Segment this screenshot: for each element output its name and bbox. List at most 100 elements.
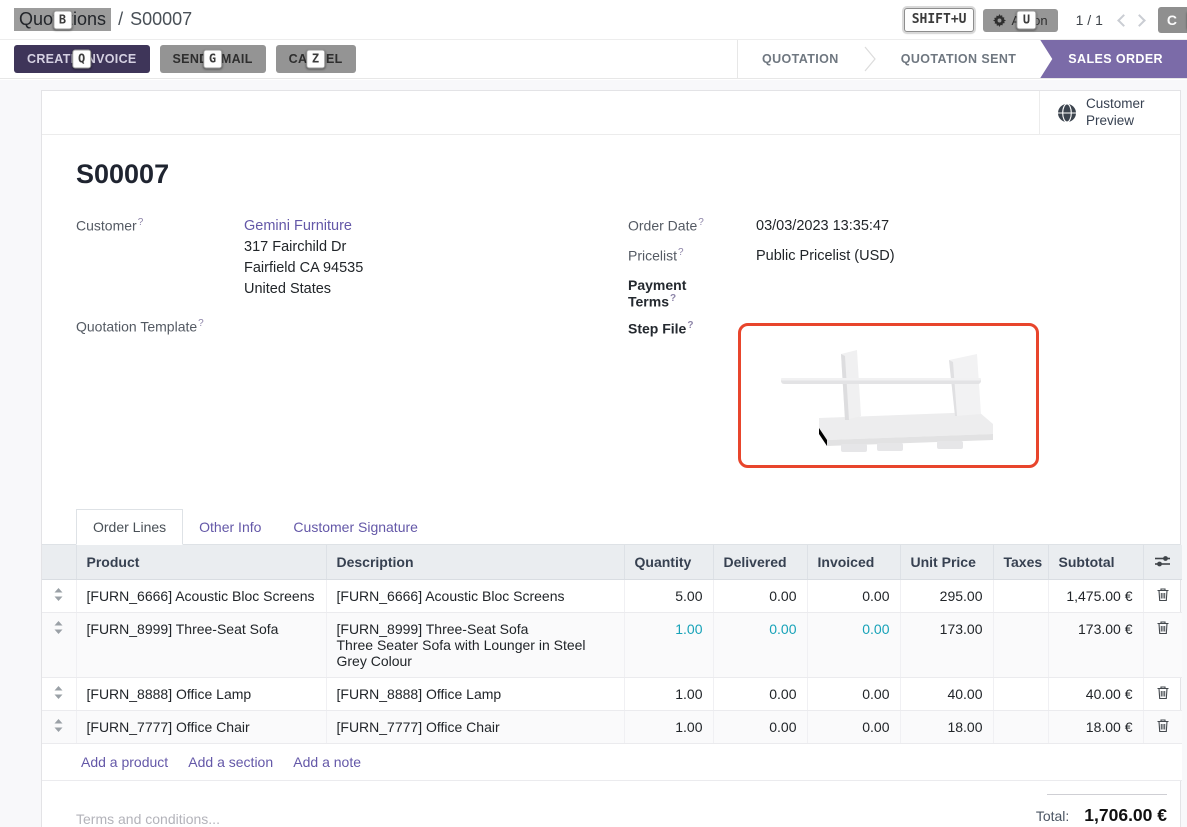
invoiced-cell[interactable]: 0.00 xyxy=(807,677,900,710)
tab-order-lines[interactable]: Order Lines xyxy=(76,509,183,545)
breadcrumb-quotations[interactable]: Quotations B xyxy=(14,8,111,31)
help-icon: ? xyxy=(138,217,144,228)
quantity-cell[interactable]: 1.00 xyxy=(624,612,713,677)
taxes-cell[interactable] xyxy=(993,612,1048,677)
order-date-label: Order Date? xyxy=(628,216,738,237)
statusbar-step-quotation[interactable]: QUOTATION xyxy=(738,40,863,78)
customer-value[interactable]: Gemini Furniture 317 Fairchild Dr Fairfi… xyxy=(226,216,628,300)
unit-price-cell[interactable]: 295.00 xyxy=(900,579,993,612)
column-header-delivered: Delivered xyxy=(713,545,807,580)
customer-label: Customer? xyxy=(76,216,226,300)
add-a-product-link[interactable]: Add a product xyxy=(81,754,168,770)
tab-other-info[interactable]: Other Info xyxy=(183,510,277,544)
add-a-section-link[interactable]: Add a section xyxy=(188,754,273,770)
row-drag-handle[interactable] xyxy=(42,710,76,743)
delivered-cell[interactable]: 0.00 xyxy=(713,579,807,612)
invoiced-cell[interactable]: 0.00 xyxy=(807,612,900,677)
column-header-quantity: Quantity xyxy=(624,545,713,580)
column-header-handle xyxy=(42,545,76,580)
description-cell[interactable]: [FURN_8888] Office Lamp xyxy=(326,677,624,710)
column-header-product: Product xyxy=(76,545,326,580)
delivered-cell[interactable]: 0.00 xyxy=(713,710,807,743)
quotation-template-value[interactable] xyxy=(226,317,628,338)
step-file-3d-model-image xyxy=(741,326,1036,465)
help-icon: ? xyxy=(678,247,684,258)
unit-price-cell[interactable]: 173.00 xyxy=(900,612,993,677)
product-cell[interactable]: [FURN_8999] Three-Seat Sofa xyxy=(76,612,326,677)
total-label: Total: xyxy=(1036,808,1069,824)
customer-link[interactable]: Gemini Furniture xyxy=(244,218,352,234)
optional-columns-icon[interactable] xyxy=(1155,554,1170,570)
table-add-row: Add a product Add a section Add a note xyxy=(42,743,1182,780)
field-customer: Customer? Gemini Furniture 317 Fairchild… xyxy=(76,216,628,300)
field-column-left: Customer? Gemini Furniture 317 Fairchild… xyxy=(76,216,628,477)
delete-row-button[interactable] xyxy=(1143,579,1182,612)
subtotal-cell: 173.00 € xyxy=(1048,612,1143,677)
quantity-cell[interactable]: 1.00 xyxy=(624,677,713,710)
row-drag-handle[interactable] xyxy=(42,677,76,710)
unit-price-cell[interactable]: 40.00 xyxy=(900,677,993,710)
row-drag-handle[interactable] xyxy=(42,579,76,612)
taxes-cell[interactable] xyxy=(993,710,1048,743)
step-file-preview[interactable] xyxy=(738,323,1039,468)
breadcrumb-separator: / xyxy=(118,9,123,30)
help-icon: ? xyxy=(687,320,693,331)
cancel-button[interactable]: CANCEL Z xyxy=(276,45,356,73)
kbd-hint-g: G xyxy=(203,50,223,69)
payment-terms-label: Payment Terms? xyxy=(628,276,738,310)
product-cell[interactable]: [FURN_7777] Office Chair xyxy=(76,710,326,743)
pager-previous-button[interactable] xyxy=(1117,14,1130,27)
sheet-footer: Terms and conditions... Total: 1,706.00 … xyxy=(42,781,1180,827)
subtotal-cell: 1,475.00 € xyxy=(1048,579,1143,612)
delivered-cell[interactable]: 0.00 xyxy=(713,677,807,710)
description-cell[interactable]: [FURN_7777] Office Chair xyxy=(326,710,624,743)
delete-row-button[interactable] xyxy=(1143,677,1182,710)
payment-terms-value[interactable] xyxy=(738,276,1146,310)
order-date-value[interactable]: 03/03/2023 13:35:47 xyxy=(738,216,1146,237)
table-row: [FURN_7777] Office Chair [FURN_7777] Off… xyxy=(42,710,1182,743)
field-pricelist: Pricelist? Public Pricelist (USD) xyxy=(628,246,1146,267)
create-invoice-button[interactable]: CREATE INVOICE Q xyxy=(14,45,150,73)
sheet-toolbar: Customer Preview xyxy=(42,91,1180,135)
notebook-tabs: Order Lines Other Info Customer Signatur… xyxy=(42,509,1180,545)
subtotal-cell: 40.00 € xyxy=(1048,677,1143,710)
field-step-file: Step File? xyxy=(628,319,1146,468)
statusbar-step-quotation-sent[interactable]: QUOTATION SENT xyxy=(877,40,1041,78)
send-email-button[interactable]: SEND EMAIL G xyxy=(160,45,266,73)
topbar-right: SHIFT+U Action U 1 / 1 C xyxy=(904,0,1187,40)
unit-price-cell[interactable]: 18.00 xyxy=(900,710,993,743)
pager-next-button[interactable] xyxy=(1133,14,1146,27)
trash-icon xyxy=(1157,621,1169,634)
product-cell[interactable]: [FURN_8888] Office Lamp xyxy=(76,677,326,710)
table-header-row: Product Description Quantity Delivered I… xyxy=(42,545,1182,580)
description-cell[interactable]: [FURN_6666] Acoustic Bloc Screens xyxy=(326,579,624,612)
action-menu-button[interactable]: Action U xyxy=(983,9,1057,32)
total-value: 1,706.00 € xyxy=(1084,805,1167,826)
quantity-cell[interactable]: 1.00 xyxy=(624,710,713,743)
add-a-note-link[interactable]: Add a note xyxy=(293,754,361,770)
pager: 1 / 1 xyxy=(1076,12,1103,28)
kbd-hint-u: U xyxy=(1017,11,1036,30)
row-drag-handle[interactable] xyxy=(42,612,76,677)
invoiced-cell[interactable]: 0.00 xyxy=(807,710,900,743)
taxes-cell[interactable] xyxy=(993,579,1048,612)
customer-preview-button[interactable]: Customer Preview xyxy=(1039,91,1180,134)
product-cell[interactable]: [FURN_6666] Acoustic Bloc Screens xyxy=(76,579,326,612)
trash-icon xyxy=(1157,588,1169,601)
delete-row-button[interactable] xyxy=(1143,710,1182,743)
tab-customer-signature[interactable]: Customer Signature xyxy=(277,510,434,544)
total-box: Total: 1,706.00 € xyxy=(992,794,1167,827)
invoiced-cell[interactable]: 0.00 xyxy=(807,579,900,612)
corner-button[interactable]: C xyxy=(1158,7,1187,33)
field-grid: Customer? Gemini Furniture 317 Fairchild… xyxy=(76,216,1146,477)
terms-and-conditions-input[interactable]: Terms and conditions... xyxy=(76,811,220,827)
pricelist-value[interactable]: Public Pricelist (USD) xyxy=(738,246,1146,267)
description-cell[interactable]: [FURN_8999] Three-Seat Sofa Three Seater… xyxy=(326,612,624,677)
statusbar-step-sales-order[interactable]: SALES ORDER xyxy=(1040,40,1187,78)
delete-row-button[interactable] xyxy=(1143,612,1182,677)
delivered-cell[interactable]: 0.00 xyxy=(713,612,807,677)
column-header-subtotal: Subtotal xyxy=(1048,545,1143,580)
taxes-cell[interactable] xyxy=(993,677,1048,710)
quantity-cell[interactable]: 5.00 xyxy=(624,579,713,612)
statusbar-separator-icon xyxy=(863,44,877,74)
